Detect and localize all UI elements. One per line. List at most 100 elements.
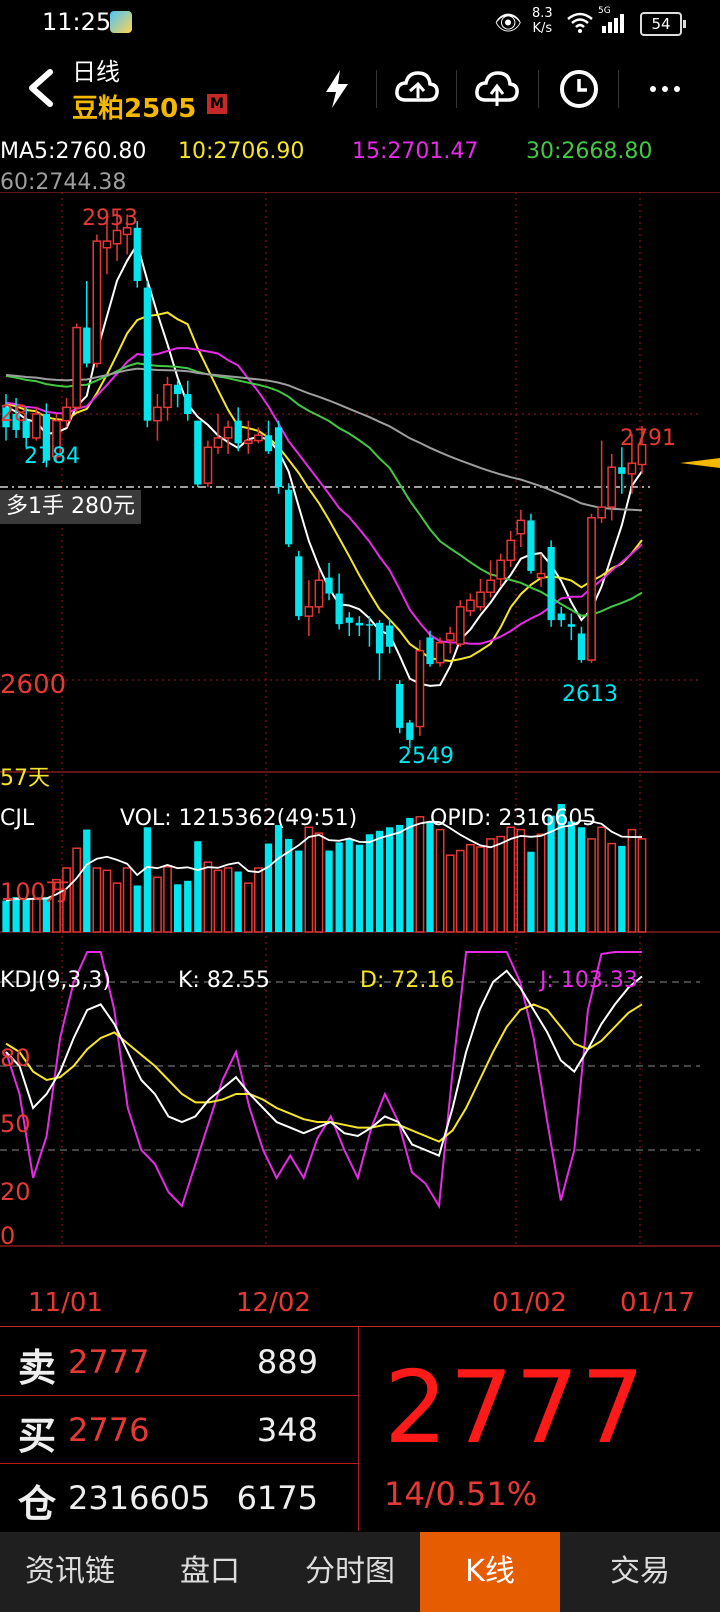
high-price-marker: 2953 — [82, 206, 138, 231]
volume-bar — [213, 869, 223, 933]
tab-news-chain[interactable]: 资讯链 — [0, 1532, 140, 1612]
clock-icon[interactable] — [554, 64, 604, 114]
volume-bar — [253, 867, 263, 933]
volume-bar — [375, 830, 384, 932]
header-divider — [456, 70, 457, 108]
more-icon[interactable] — [640, 64, 690, 114]
bottom-tab-bar: 资讯链 盘口 分时图 K线 交易 — [0, 1532, 720, 1612]
candle-body — [153, 406, 162, 422]
volume-bar — [597, 826, 607, 933]
open-interest-label: 仓 — [18, 1482, 57, 1526]
ma15-label: 15:2701.47 — [352, 139, 479, 164]
network-speed: 8.3 K/s — [532, 6, 553, 36]
clock-time: 11:25 — [42, 8, 112, 36]
ma30-label: 30:2668.80 — [526, 139, 653, 164]
tab-intraday[interactable]: 分时图 — [280, 1532, 420, 1612]
header-divider — [538, 70, 539, 108]
kdj-level-20: 20 — [0, 1178, 31, 1206]
volume-bar — [496, 835, 506, 933]
candle-body — [406, 722, 414, 740]
tab-kline[interactable]: K线 — [420, 1532, 560, 1612]
ma5-line — [5, 241, 643, 687]
volume-bar — [567, 821, 575, 932]
open-interest-row: 仓 2316605 6175 — [0, 1463, 358, 1531]
candle-body — [415, 649, 425, 728]
chart-grid — [0, 192, 720, 1247]
quote-divider — [358, 1327, 359, 1531]
volume-bar — [577, 827, 586, 932]
ask-label: 卖 — [18, 1346, 57, 1390]
volume-bar — [365, 834, 374, 932]
candle-body — [83, 327, 91, 364]
cloud-sync-icon[interactable] — [392, 64, 442, 114]
candle-body — [506, 539, 516, 562]
volume-bar — [325, 850, 333, 932]
volume-bar — [527, 851, 535, 932]
back-arrow-icon[interactable] — [14, 62, 66, 114]
candle-body — [455, 606, 465, 645]
candle-body — [314, 579, 324, 608]
candle-body — [194, 420, 202, 485]
candle-body — [496, 559, 506, 580]
candle-body — [184, 394, 192, 414]
volume-bar — [618, 845, 626, 932]
kdj-d-value: D: 72.16 — [360, 968, 455, 993]
recent-low-marker: 2613 — [562, 682, 618, 707]
candle-body — [335, 593, 343, 625]
quote-panel: 卖 2777 889 买 2776 348 仓 2316605 6175 277… — [0, 1326, 720, 1533]
left-low-marker: 2784 — [24, 444, 80, 469]
candle-body — [102, 240, 112, 249]
volume-bar — [637, 838, 647, 933]
candle-body — [31, 413, 41, 439]
recent-high-marker: 2791 — [620, 426, 676, 451]
candle-body — [325, 577, 333, 594]
ask-price: 2777 — [68, 1343, 150, 1381]
kline-chart[interactable] — [0, 192, 720, 1326]
contract-symbol[interactable]: 豆粕2505 — [72, 88, 196, 125]
net-speed-unit: K/s — [532, 21, 553, 36]
kdj-k-value: K: 82.55 — [178, 968, 270, 993]
position-tag[interactable]: 多1手 280元 — [0, 490, 141, 524]
lightning-icon[interactable] — [312, 64, 362, 114]
price-change: 14/0.51% — [384, 1475, 538, 1513]
volume-bar — [406, 817, 414, 932]
volume-bar — [112, 882, 122, 933]
main-contract-badge: M — [207, 94, 227, 114]
open-interest-value: OPID: 2316605 — [430, 806, 597, 831]
tab-order-book[interactable]: 盘口 — [140, 1532, 280, 1612]
volume-bar — [153, 876, 162, 933]
bid-row[interactable]: 买 2776 348 — [0, 1395, 358, 1464]
volume-bar — [122, 867, 132, 933]
volume-bar — [143, 827, 151, 932]
candle-body — [92, 240, 102, 365]
candle-body — [143, 287, 151, 421]
volume-bar — [355, 844, 363, 932]
volume-bar — [627, 828, 637, 933]
volume-bar — [435, 828, 445, 933]
candlesticks — [2, 210, 647, 748]
volume-bar — [274, 824, 283, 932]
candle-body — [295, 556, 303, 617]
candle-body — [476, 591, 485, 608]
volume-bar — [102, 869, 112, 933]
cloud-upload-icon[interactable] — [472, 64, 522, 114]
last-price: 2777 — [384, 1349, 647, 1466]
candle-body — [203, 446, 213, 484]
kdj-level-0: 0 — [0, 1222, 16, 1250]
tab-trade[interactable]: 交易 — [560, 1532, 720, 1612]
volume-bar — [445, 854, 455, 933]
volume-bar — [385, 827, 394, 932]
candle-body — [527, 520, 535, 571]
volume-bar — [506, 826, 516, 933]
volume-bar — [426, 821, 434, 932]
candle-body — [557, 613, 565, 621]
ask-row[interactable]: 卖 2777 889 — [0, 1327, 358, 1396]
candle-body — [597, 506, 607, 519]
candle-body — [223, 426, 233, 439]
candle-body — [264, 435, 273, 452]
volume-bar — [295, 850, 303, 932]
candle-body — [618, 467, 626, 474]
kdj-level-50: 50 — [0, 1110, 31, 1138]
kdj-level-80: 80 — [0, 1044, 31, 1072]
volume-bar — [243, 882, 253, 933]
